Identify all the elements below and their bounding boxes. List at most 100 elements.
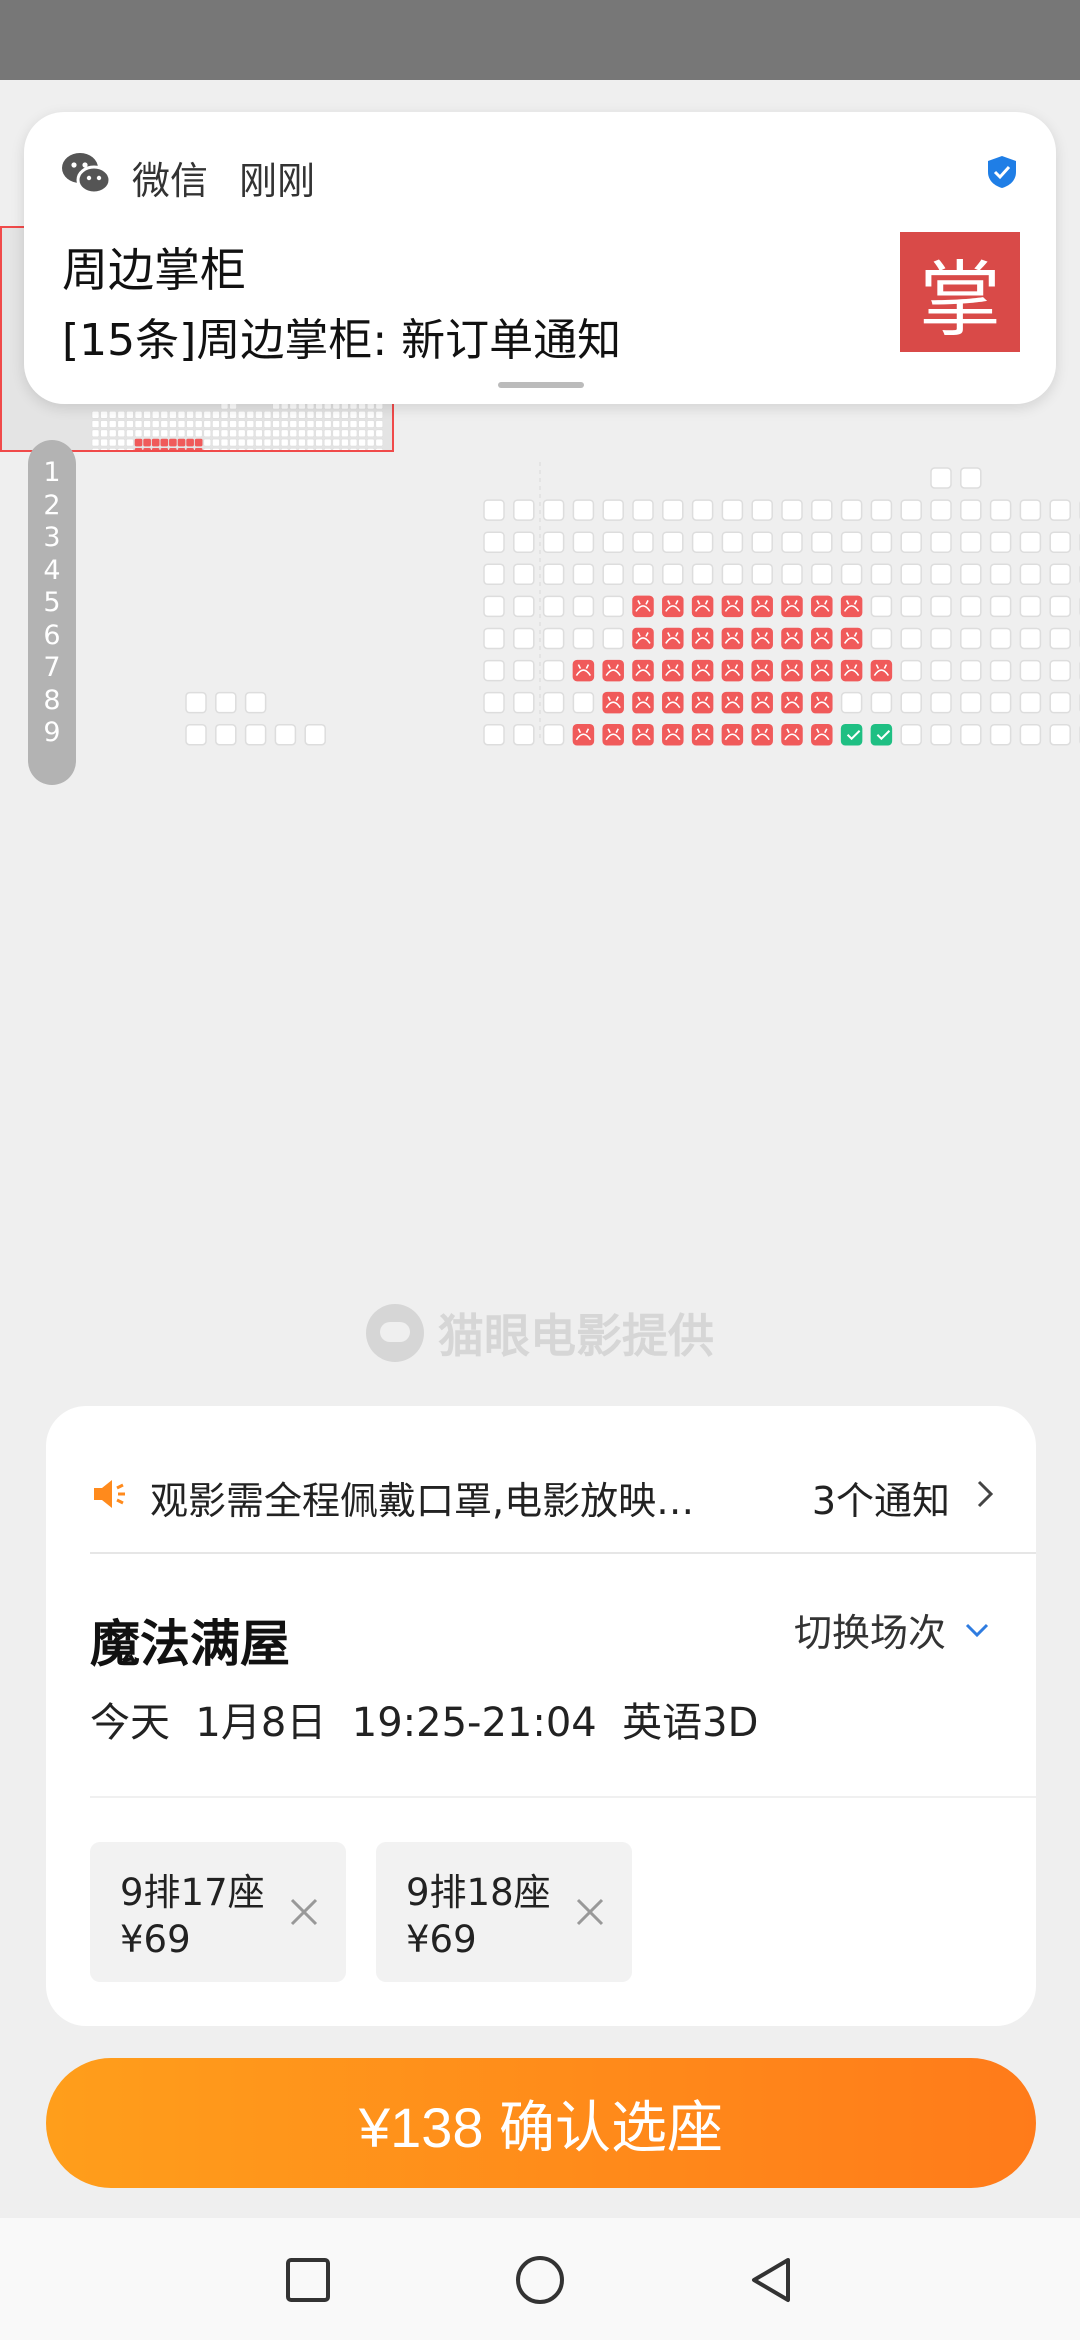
seat-available[interactable] [483,563,505,586]
confirm-seat-button[interactable]: ¥138 确认选座 [46,2058,1036,2188]
minimap-seat-available[interactable] [263,448,272,450]
seat-available[interactable] [572,563,595,586]
minimap-seat-available[interactable] [358,438,366,447]
seat-available[interactable] [1049,659,1071,682]
seat-available[interactable] [811,531,833,553]
seat-available[interactable] [900,627,922,650]
seat-available[interactable] [185,691,207,714]
seat-available[interactable] [542,659,565,682]
minimap-seat-available[interactable] [306,429,315,438]
minimap-seat-available[interactable] [315,429,323,438]
seat-available[interactable] [572,627,595,650]
seat-available[interactable] [513,724,535,746]
seat-available[interactable] [930,724,952,746]
seat-available[interactable] [900,659,922,682]
seat-available[interactable] [930,659,952,682]
minimap-seat-available[interactable] [229,410,237,419]
seat-available[interactable] [989,595,1012,618]
seat-available[interactable] [1049,595,1071,618]
seat-selected[interactable] [840,724,863,746]
seat-available[interactable] [572,531,595,553]
minimap-seat-available[interactable] [255,420,263,428]
seat-available[interactable] [632,563,654,586]
seat-available[interactable] [870,499,893,521]
minimap-seat-available[interactable] [263,429,272,438]
seat-available[interactable] [572,691,595,714]
seat-available[interactable] [602,531,624,553]
minimap-seat-available[interactable] [203,448,212,450]
seat-available[interactable] [513,595,535,618]
minimap-seat-available[interactable] [298,410,306,419]
minimap-seat-available[interactable] [255,429,263,438]
seat-available[interactable] [244,724,267,746]
minimap-seat-available[interactable] [332,438,341,447]
seat-available[interactable] [1019,563,1042,586]
minimap-seat-available[interactable] [272,438,280,447]
minimap-seat-available[interactable] [108,438,117,447]
minimap-seat-available[interactable] [246,438,255,447]
seat-available[interactable] [513,563,535,586]
minimap-seat-available[interactable] [255,410,263,419]
seat-available[interactable] [721,499,744,521]
minimap-seat-available[interactable] [341,420,349,428]
seat-available[interactable] [900,531,922,553]
seat-available[interactable] [840,563,863,586]
seat-available[interactable] [721,563,744,586]
seat-available[interactable] [930,691,952,714]
minimap-seat-available[interactable] [375,448,384,450]
minimap-seat-available[interactable] [237,410,246,419]
minimap-seat-available[interactable] [203,420,212,428]
seat-available[interactable] [513,499,535,521]
minimap-seat-available[interactable] [366,429,375,438]
minimap-seat-available[interactable] [194,410,203,419]
seat-available[interactable] [1049,691,1071,714]
seat-available[interactable] [870,595,893,618]
seat-available[interactable] [900,595,922,618]
minimap-seat-available[interactable] [306,438,315,447]
seat-available[interactable] [960,724,982,746]
minimap-seat-available[interactable] [212,448,220,450]
minimap-seat-available[interactable] [108,410,117,419]
seat-available[interactable] [602,563,624,586]
minimap-seat-available[interactable] [91,448,100,450]
minimap-seat-available[interactable] [298,429,306,438]
minimap-seat-available[interactable] [246,429,255,438]
seat-available[interactable] [811,563,833,586]
seat-available[interactable] [513,531,535,553]
seat-available[interactable] [930,467,952,489]
minimap-seat-available[interactable] [108,420,117,428]
minimap-seat-available[interactable] [194,420,203,428]
seat-available[interactable] [1049,724,1071,746]
minimap-seat-available[interactable] [289,429,298,438]
seat-available[interactable] [1049,499,1071,521]
seat-available[interactable] [870,531,893,553]
minimap-seat-available[interactable] [143,429,151,438]
seat-available[interactable] [930,627,952,650]
minimap-seat-available[interactable] [323,420,332,428]
minimap-seat-available[interactable] [126,429,134,438]
seat-available[interactable] [751,531,773,553]
minimap-seat-available[interactable] [212,438,220,447]
minimap-seat-available[interactable] [323,429,332,438]
minimap-seat-available[interactable] [272,410,280,419]
seat-available[interactable] [483,691,505,714]
minimap-seat-available[interactable] [229,429,237,438]
seat-available[interactable] [960,499,982,521]
minimap-seat-available[interactable] [280,448,289,450]
minimap-seat-available[interactable] [169,410,177,419]
seat-available[interactable] [513,691,535,714]
seat-available[interactable] [781,499,803,521]
minimap-seat-available[interactable] [315,438,323,447]
minimap-seat-available[interactable] [220,448,229,450]
minimap-seat-available[interactable] [220,420,229,428]
minimap-seat-available[interactable] [246,410,255,419]
seat-available[interactable] [840,499,863,521]
minimap-seat-available[interactable] [358,429,366,438]
seat-available[interactable] [483,659,505,682]
seat-available[interactable] [930,499,952,521]
minimap-seat-available[interactable] [212,420,220,428]
minimap-seat-available[interactable] [212,410,220,419]
minimap-seat-available[interactable] [160,410,169,419]
minimap-seat-available[interactable] [341,448,349,450]
seat-available[interactable] [781,563,803,586]
